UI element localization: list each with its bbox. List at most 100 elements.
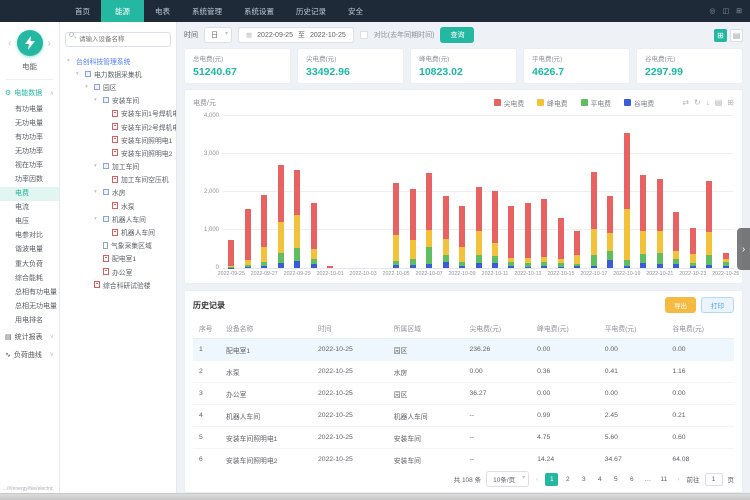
bar-2022-10-23[interactable] — [685, 117, 701, 268]
nav-tab-3[interactable]: 系统管理 — [181, 0, 233, 22]
bar-2022-09-30[interactable] — [305, 117, 321, 268]
export-button[interactable]: 导出 — [665, 297, 696, 313]
bar-2022-10-04[interactable] — [371, 117, 387, 268]
bar-2022-10-15[interactable] — [553, 117, 569, 268]
page-number-4[interactable]: 4 — [593, 473, 606, 486]
bar-2022-10-11[interactable] — [487, 117, 503, 268]
menu-item-0-12[interactable]: 综合能耗 — [0, 271, 59, 285]
apps-icon[interactable]: ⊞ — [736, 7, 742, 15]
bar-2022-09-29[interactable] — [289, 117, 305, 268]
page-number-3[interactable]: 3 — [577, 473, 590, 486]
bar-2022-10-17[interactable] — [586, 117, 602, 268]
refresh-icon[interactable]: ↻ — [694, 98, 701, 107]
menu-item-0-3[interactable]: 无功功率 — [0, 144, 59, 158]
bar-2022-10-05[interactable] — [388, 117, 404, 268]
menu-item-0-8[interactable]: 电压 — [0, 215, 59, 229]
menu-item-0-4[interactable]: 视在功率 — [0, 158, 59, 172]
tree-node-17[interactable]: 综合科研试验楼 — [65, 278, 171, 291]
chart-view-icon[interactable]: ⊞ — [714, 29, 727, 42]
bar-2022-10-06[interactable] — [404, 117, 420, 268]
compare-checkbox[interactable] — [360, 31, 368, 39]
tree-node-6[interactable]: 安装车间照明电1 — [65, 133, 171, 146]
bar-2022-10-10[interactable] — [470, 117, 486, 268]
menu-item-0-5[interactable]: 功率因数 — [0, 172, 59, 186]
bar-2022-10-12[interactable] — [503, 117, 519, 268]
page-number-2[interactable]: 2 — [561, 473, 574, 486]
table-row[interactable]: 3办公室2022-10-25园区36.270.000.000.00 — [193, 383, 734, 405]
tree-node-14[interactable]: 气象采集区域 — [65, 239, 171, 252]
bar-2022-09-28[interactable] — [272, 117, 288, 268]
menu-item-0-9[interactable]: 电参对比 — [0, 229, 59, 243]
bar-2022-10-21[interactable] — [652, 117, 668, 268]
tree-node-5[interactable]: 安装车间2号焊机电表 — [65, 120, 171, 133]
monitor-icon[interactable]: ◫ — [723, 7, 730, 15]
menu-group-1[interactable]: ▤统计报表∨ — [0, 328, 59, 346]
tree-node-16[interactable]: 办公室 — [65, 265, 171, 278]
legend-item-2[interactable]: 平电费 — [581, 98, 611, 108]
prev-page-icon[interactable]: ‹ — [534, 476, 540, 483]
menu-item-0-7[interactable]: 电流 — [0, 201, 59, 215]
nav-tab-2[interactable]: 电表 — [144, 0, 181, 22]
menu-item-0-13[interactable]: 总相有功电量 — [0, 285, 59, 299]
bar-2022-10-20[interactable] — [635, 117, 651, 268]
tree-node-13[interactable]: 机器人车间 — [65, 225, 171, 238]
bar-2022-09-26[interactable] — [239, 117, 255, 268]
bar-2022-10-01[interactable] — [322, 117, 338, 268]
module-next-icon[interactable]: › — [48, 38, 51, 49]
swap-icon[interactable]: ⇄ — [682, 98, 689, 107]
date-range-picker[interactable]: ▦ 2022-09-25 至 2022-10-25 — [238, 27, 354, 43]
data-view-icon[interactable]: ▤ — [715, 98, 723, 107]
bar-2022-10-18[interactable] — [602, 117, 618, 268]
menu-item-0-0[interactable]: 有功电量 — [0, 102, 59, 116]
tree-node-0[interactable]: ▾台创科技管理系统 — [65, 54, 171, 67]
tree-node-9[interactable]: 加工车间空压机 — [65, 173, 171, 186]
menu-item-0-6[interactable]: 电费 — [0, 187, 59, 201]
tree-node-2[interactable]: ▾园区 — [65, 80, 171, 93]
table-view-icon[interactable]: ▤ — [730, 29, 743, 42]
nav-tab-5[interactable]: 历史记录 — [285, 0, 337, 22]
table-row[interactable]: 1配电室12022-10-25园区236.260.000.000.00 — [193, 339, 734, 361]
menu-item-0-1[interactable]: 无功电量 — [0, 116, 59, 130]
bar-2022-09-27[interactable] — [256, 117, 272, 268]
grid-icon[interactable]: ⊞ — [727, 98, 734, 107]
bar-2022-10-25[interactable] — [718, 117, 734, 268]
menu-group-2[interactable]: ∿负荷曲线∨ — [0, 346, 59, 364]
page-number-…[interactable]: … — [641, 473, 654, 486]
bar-2022-10-16[interactable] — [569, 117, 585, 268]
print-button[interactable]: 打印 — [701, 297, 734, 313]
page-number-11[interactable]: 11 — [657, 473, 670, 486]
nav-tab-6[interactable]: 安全 — [337, 0, 374, 22]
bar-2022-09-25[interactable] — [223, 117, 239, 268]
bar-2022-10-24[interactable] — [701, 117, 717, 268]
bar-2022-10-08[interactable] — [437, 117, 453, 268]
bar-2022-10-22[interactable] — [668, 117, 684, 268]
page-number-5[interactable]: 5 — [609, 473, 622, 486]
download-icon[interactable]: ↓ — [706, 98, 710, 107]
bar-2022-10-09[interactable] — [454, 117, 470, 268]
bar-2022-10-07[interactable] — [421, 117, 437, 268]
legend-item-3[interactable]: 谷电费 — [624, 98, 654, 108]
query-button[interactable]: 查询 — [440, 27, 474, 43]
menu-item-0-14[interactable]: 总相无功电量 — [0, 299, 59, 313]
tree-node-11[interactable]: 水泵 — [65, 199, 171, 212]
bar-2022-10-02[interactable] — [338, 117, 354, 268]
energy-module-icon[interactable] — [17, 30, 43, 56]
bar-2022-10-14[interactable] — [536, 117, 552, 268]
legend-item-1[interactable]: 峰电费 — [537, 98, 567, 108]
tree-node-3[interactable]: ▾安装车间 — [65, 94, 171, 107]
bar-2022-10-19[interactable] — [619, 117, 635, 268]
tree-node-15[interactable]: 配电室1 — [65, 252, 171, 265]
table-row[interactable]: 4机器人车间2022-10-25机器人车间--0.992.450.21 — [193, 405, 734, 427]
tree-node-4[interactable]: 安装车间1号焊机电表 — [65, 107, 171, 120]
scan-icon[interactable]: ◎ — [709, 7, 715, 15]
table-row[interactable]: 2水泵2022-10-25水房0.000.360.411.16 — [193, 361, 734, 383]
tree-node-1[interactable]: ▾电力数据采集机 — [65, 67, 171, 80]
tree-node-7[interactable]: 安装车间照明电2 — [65, 146, 171, 159]
module-prev-icon[interactable]: ‹ — [8, 38, 11, 49]
nav-tab-0[interactable]: 首页 — [64, 0, 101, 22]
tree-node-10[interactable]: ▾水房 — [65, 186, 171, 199]
page-number-1[interactable]: 1 — [545, 473, 558, 486]
tree-search-input[interactable] — [65, 32, 171, 47]
menu-item-0-15[interactable]: 用电排名 — [0, 313, 59, 327]
bar-2022-10-03[interactable] — [355, 117, 371, 268]
